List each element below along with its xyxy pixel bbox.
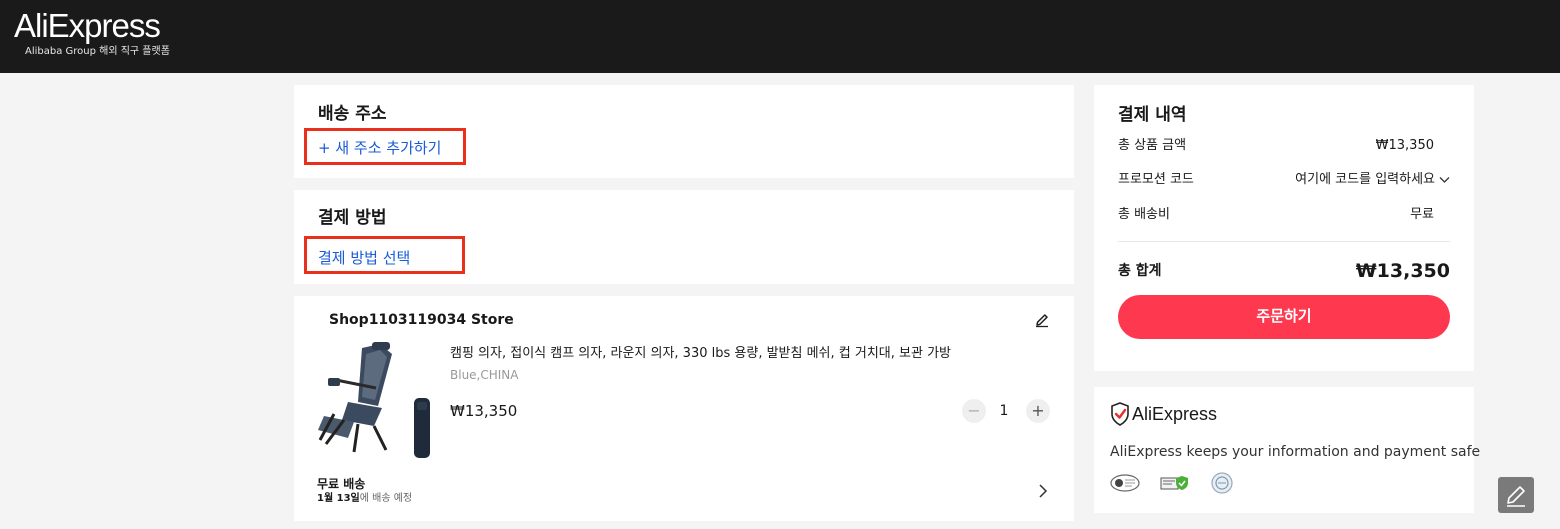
quantity-value: 1 bbox=[999, 403, 1009, 419]
product-title[interactable]: 캠핑 의자, 접이식 캠프 의자, 라운지 의자, 330 lbs 용량, 발받… bbox=[450, 345, 951, 363]
summary-title: 결제 내역 bbox=[1118, 105, 1187, 125]
pencil-icon bbox=[1507, 486, 1525, 507]
promo-code-label: 프로모션 코드 bbox=[1118, 172, 1194, 187]
product-variant: Blue,CHINA bbox=[450, 368, 519, 382]
promo-code-dropdown[interactable]: 여기에 코드를 입력하세요 bbox=[1295, 171, 1450, 189]
quantity-decrease-button[interactable]: − bbox=[962, 399, 986, 423]
shipping-method-label: 무료 배송 bbox=[317, 477, 366, 491]
edit-icon[interactable] bbox=[1034, 312, 1050, 328]
promo-code-placeholder: 여기에 코드를 입력하세요 bbox=[1295, 172, 1435, 187]
divider bbox=[1118, 241, 1450, 242]
store-name[interactable]: Shop1103119034 Store bbox=[329, 311, 514, 329]
product-image[interactable] bbox=[314, 340, 436, 462]
subtotal-label: 총 상품 금액 bbox=[1118, 138, 1187, 153]
security-card: AliExpress AliExpress keeps your informa… bbox=[1094, 387, 1480, 513]
chevron-right-icon[interactable] bbox=[1038, 484, 1048, 498]
quantity-increase-button[interactable]: + bbox=[1026, 399, 1050, 423]
delivery-suffix: 에 배송 예정 bbox=[359, 493, 413, 504]
seal-badge-icon bbox=[1211, 472, 1233, 494]
feedback-button[interactable] bbox=[1498, 477, 1534, 513]
order-item-card: Shop1103119034 Store 캠핑 의자, 접이식 캠프 의자, 라… bbox=[294, 296, 1074, 521]
logo-subtitle: Alibaba Group 해외 직구 플랫폼 bbox=[25, 46, 170, 57]
total-label: 총 합계 bbox=[1118, 263, 1162, 279]
top-header: AliExpress Alibaba Group 해외 직구 플랫폼 bbox=[0, 0, 1560, 73]
shipping-address-card: 배송 주소 + 새 주소 추가하기 bbox=[294, 85, 1074, 178]
security-message: AliExpress keeps your information and pa… bbox=[1110, 444, 1481, 460]
shipping-fee-value: 무료 bbox=[1410, 207, 1434, 222]
shipping-address-title: 배송 주소 bbox=[318, 104, 387, 124]
select-payment-link[interactable]: 결제 방법 선택 bbox=[318, 248, 410, 268]
delivery-estimate: 1월 13일에 배송 예정 bbox=[317, 492, 412, 505]
payment-method-title: 결제 방법 bbox=[318, 208, 387, 228]
shipping-fee-label: 총 배송비 bbox=[1118, 207, 1170, 222]
order-summary-card: 결제 내역 총 상품 금액 ₩13,350 프로모션 코드 여기에 코드를 입력… bbox=[1094, 85, 1474, 371]
chevron-down-icon bbox=[1439, 176, 1450, 183]
place-order-button[interactable]: 주문하기 bbox=[1118, 295, 1450, 339]
total-value: ₩13,350 bbox=[1355, 260, 1450, 282]
product-price: ₩13,350 bbox=[450, 402, 518, 420]
certificate-badge-icon bbox=[1160, 476, 1188, 490]
delivery-date: 1월 13일 bbox=[317, 493, 360, 504]
aliexpress-logo[interactable]: AliExpress bbox=[14, 8, 161, 44]
security-brand: AliExpress bbox=[1132, 404, 1218, 424]
shield-check-icon bbox=[1111, 402, 1129, 426]
payment-method-card: 결제 방법 결제 방법 선택 bbox=[294, 190, 1074, 284]
add-address-link[interactable]: + 새 주소 추가하기 bbox=[318, 138, 441, 158]
subtotal-value: ₩13,350 bbox=[1375, 138, 1434, 153]
security-badge-icon bbox=[1110, 474, 1140, 492]
